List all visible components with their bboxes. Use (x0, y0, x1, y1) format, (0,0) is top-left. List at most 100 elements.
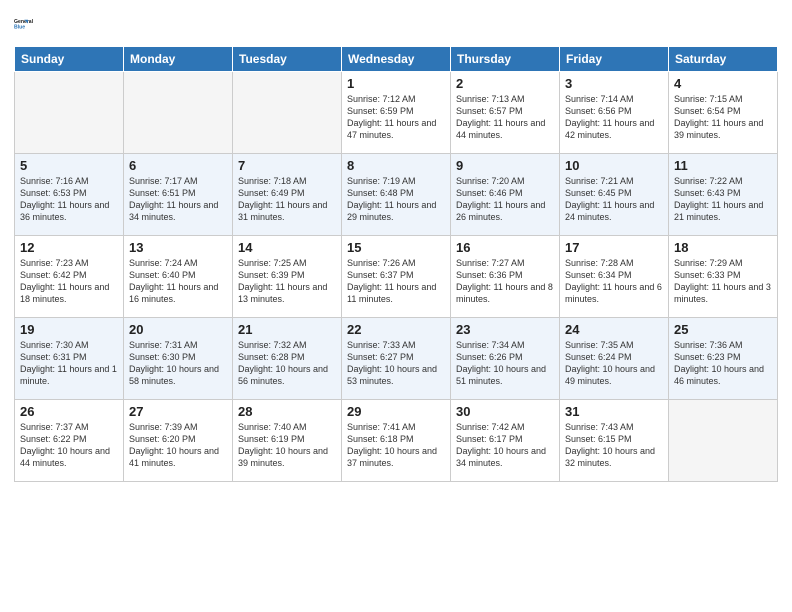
week-row-2: 5Sunrise: 7:16 AM Sunset: 6:53 PM Daylig… (15, 154, 778, 236)
day-number: 8 (347, 158, 445, 173)
day-info: Sunrise: 7:28 AM Sunset: 6:34 PM Dayligh… (565, 257, 663, 306)
calendar-cell: 23 Sunrise: 7:34 AM Sunset: 6:26 PM Dayli… (451, 318, 560, 400)
day-info: Sunrise: 7:24 AM Sunset: 6:40 PM Dayligh… (129, 257, 227, 306)
day-info: Sunrise: 7:34 AM Sunset: 6:26 PM Dayligh… (456, 339, 554, 388)
day-info: Sunrise: 7:33 AM Sunset: 6:27 PM Dayligh… (347, 339, 445, 388)
calendar-cell (669, 400, 778, 482)
calendar-cell: 21Sunrise: 7:32 AM Sunset: 6:28 PM Dayli… (233, 318, 342, 400)
week-row-4: 19 Sunrise: 7:30 AM Sunset: 6:31 PM Dayli… (15, 318, 778, 400)
day-number: 10 (565, 158, 663, 173)
week-row-5: 26Sunrise: 7:37 AM Sunset: 6:22 PM Dayli… (15, 400, 778, 482)
day-number: 21 (238, 322, 336, 337)
day-number: 3 (565, 76, 663, 91)
calendar-cell (124, 72, 233, 154)
day-number: 24 (565, 322, 663, 337)
day-info: Sunrise: 7:16 AM Sunset: 6:53 PM Dayligh… (20, 175, 118, 224)
day-number: 6 (129, 158, 227, 173)
day-number: 22 (347, 322, 445, 337)
day-number: 30 (456, 404, 554, 419)
logo: General Blue (14, 10, 42, 38)
day-info: Sunrise: 7:18 AM Sunset: 6:49 PM Dayligh… (238, 175, 336, 224)
day-info: Sunrise: 7:43 AM Sunset: 6:15 PM Dayligh… (565, 421, 663, 470)
calendar-cell: 3 Sunrise: 7:14 AM Sunset: 6:56 PM Daylig… (560, 72, 669, 154)
calendar-cell: 15 Sunrise: 7:26 AM Sunset: 6:37 PM Dayli… (342, 236, 451, 318)
day-number: 15 (347, 240, 445, 255)
day-number: 16 (456, 240, 554, 255)
calendar-cell: 27 Sunrise: 7:39 AM Sunset: 6:20 PM Dayli… (124, 400, 233, 482)
day-number: 14 (238, 240, 336, 255)
calendar-cell: 4 Sunrise: 7:15 AM Sunset: 6:54 PM Daylig… (669, 72, 778, 154)
day-number: 27 (129, 404, 227, 419)
header: General Blue (14, 10, 778, 38)
day-header-friday: Friday (560, 47, 669, 72)
day-number: 31 (565, 404, 663, 419)
day-info: Sunrise: 7:42 AM Sunset: 6:17 PM Dayligh… (456, 421, 554, 470)
day-header-wednesday: Wednesday (342, 47, 451, 72)
calendar-cell (233, 72, 342, 154)
svg-text:General: General (14, 19, 34, 25)
day-number: 12 (20, 240, 118, 255)
day-header-tuesday: Tuesday (233, 47, 342, 72)
day-number: 28 (238, 404, 336, 419)
days-header-row: SundayMondayTuesdayWednesdayThursdayFrid… (15, 47, 778, 72)
day-info: Sunrise: 7:22 AM Sunset: 6:43 PM Dayligh… (674, 175, 772, 224)
calendar-cell (15, 72, 124, 154)
day-number: 29 (347, 404, 445, 419)
calendar-cell: 29 Sunrise: 7:41 AM Sunset: 6:18 PM Dayli… (342, 400, 451, 482)
calendar-cell: 8 Sunrise: 7:19 AM Sunset: 6:48 PM Daylig… (342, 154, 451, 236)
day-number: 20 (129, 322, 227, 337)
calendar-table: SundayMondayTuesdayWednesdayThursdayFrid… (14, 46, 778, 482)
day-info: Sunrise: 7:30 AM Sunset: 6:31 PM Dayligh… (20, 339, 118, 388)
calendar-cell: 13 Sunrise: 7:24 AM Sunset: 6:40 PM Dayli… (124, 236, 233, 318)
calendar-cell: 1 Sunrise: 7:12 AM Sunset: 6:59 PM Daylig… (342, 72, 451, 154)
page: General Blue SundayMondayTuesdayWednesda… (0, 0, 792, 612)
calendar-cell: 28 Sunrise: 7:40 AM Sunset: 6:19 PM Dayli… (233, 400, 342, 482)
day-info: Sunrise: 7:15 AM Sunset: 6:54 PM Dayligh… (674, 93, 772, 142)
day-info: Sunrise: 7:26 AM Sunset: 6:37 PM Dayligh… (347, 257, 445, 306)
day-info: Sunrise: 7:35 AM Sunset: 6:24 PM Dayligh… (565, 339, 663, 388)
day-info: Sunrise: 7:25 AM Sunset: 6:39 PM Dayligh… (238, 257, 336, 306)
calendar-cell: 22 Sunrise: 7:33 AM Sunset: 6:27 PM Dayli… (342, 318, 451, 400)
calendar-cell: 25Sunrise: 7:36 AM Sunset: 6:23 PM Dayli… (669, 318, 778, 400)
calendar-cell: 12Sunrise: 7:23 AM Sunset: 6:42 PM Dayli… (15, 236, 124, 318)
calendar-cell: 16 Sunrise: 7:27 AM Sunset: 6:36 PM Dayli… (451, 236, 560, 318)
day-info: Sunrise: 7:31 AM Sunset: 6:30 PM Dayligh… (129, 339, 227, 388)
day-info: Sunrise: 7:40 AM Sunset: 6:19 PM Dayligh… (238, 421, 336, 470)
logo-icon: General Blue (14, 10, 42, 38)
day-number: 4 (674, 76, 772, 91)
day-header-monday: Monday (124, 47, 233, 72)
calendar-cell: 2Sunrise: 7:13 AM Sunset: 6:57 PM Daylig… (451, 72, 560, 154)
day-number: 11 (674, 158, 772, 173)
calendar-cell: 30 Sunrise: 7:42 AM Sunset: 6:17 PM Dayli… (451, 400, 560, 482)
day-info: Sunrise: 7:12 AM Sunset: 6:59 PM Dayligh… (347, 93, 445, 142)
day-info: Sunrise: 7:39 AM Sunset: 6:20 PM Dayligh… (129, 421, 227, 470)
day-number: 1 (347, 76, 445, 91)
day-info: Sunrise: 7:29 AM Sunset: 6:33 PM Dayligh… (674, 257, 772, 306)
week-row-3: 12Sunrise: 7:23 AM Sunset: 6:42 PM Dayli… (15, 236, 778, 318)
week-row-1: 1 Sunrise: 7:12 AM Sunset: 6:59 PM Daylig… (15, 72, 778, 154)
day-number: 13 (129, 240, 227, 255)
calendar-cell: 20 Sunrise: 7:31 AM Sunset: 6:30 PM Dayli… (124, 318, 233, 400)
day-info: Sunrise: 7:37 AM Sunset: 6:22 PM Dayligh… (20, 421, 118, 470)
day-info: Sunrise: 7:19 AM Sunset: 6:48 PM Dayligh… (347, 175, 445, 224)
calendar-cell: 31 Sunrise: 7:43 AM Sunset: 6:15 PM Dayli… (560, 400, 669, 482)
day-number: 2 (456, 76, 554, 91)
calendar-cell: 5Sunrise: 7:16 AM Sunset: 6:53 PM Daylig… (15, 154, 124, 236)
day-number: 7 (238, 158, 336, 173)
day-info: Sunrise: 7:20 AM Sunset: 6:46 PM Dayligh… (456, 175, 554, 224)
calendar-cell: 17Sunrise: 7:28 AM Sunset: 6:34 PM Dayli… (560, 236, 669, 318)
day-header-thursday: Thursday (451, 47, 560, 72)
day-info: Sunrise: 7:27 AM Sunset: 6:36 PM Dayligh… (456, 257, 554, 306)
calendar-cell: 7 Sunrise: 7:18 AM Sunset: 6:49 PM Daylig… (233, 154, 342, 236)
day-info: Sunrise: 7:21 AM Sunset: 6:45 PM Dayligh… (565, 175, 663, 224)
day-number: 19 (20, 322, 118, 337)
day-number: 9 (456, 158, 554, 173)
calendar-cell: 11 Sunrise: 7:22 AM Sunset: 6:43 PM Dayli… (669, 154, 778, 236)
day-number: 23 (456, 322, 554, 337)
day-info: Sunrise: 7:41 AM Sunset: 6:18 PM Dayligh… (347, 421, 445, 470)
day-info: Sunrise: 7:36 AM Sunset: 6:23 PM Dayligh… (674, 339, 772, 388)
day-info: Sunrise: 7:17 AM Sunset: 6:51 PM Dayligh… (129, 175, 227, 224)
day-info: Sunrise: 7:14 AM Sunset: 6:56 PM Dayligh… (565, 93, 663, 142)
day-number: 18 (674, 240, 772, 255)
calendar-cell: 18 Sunrise: 7:29 AM Sunset: 6:33 PM Dayli… (669, 236, 778, 318)
